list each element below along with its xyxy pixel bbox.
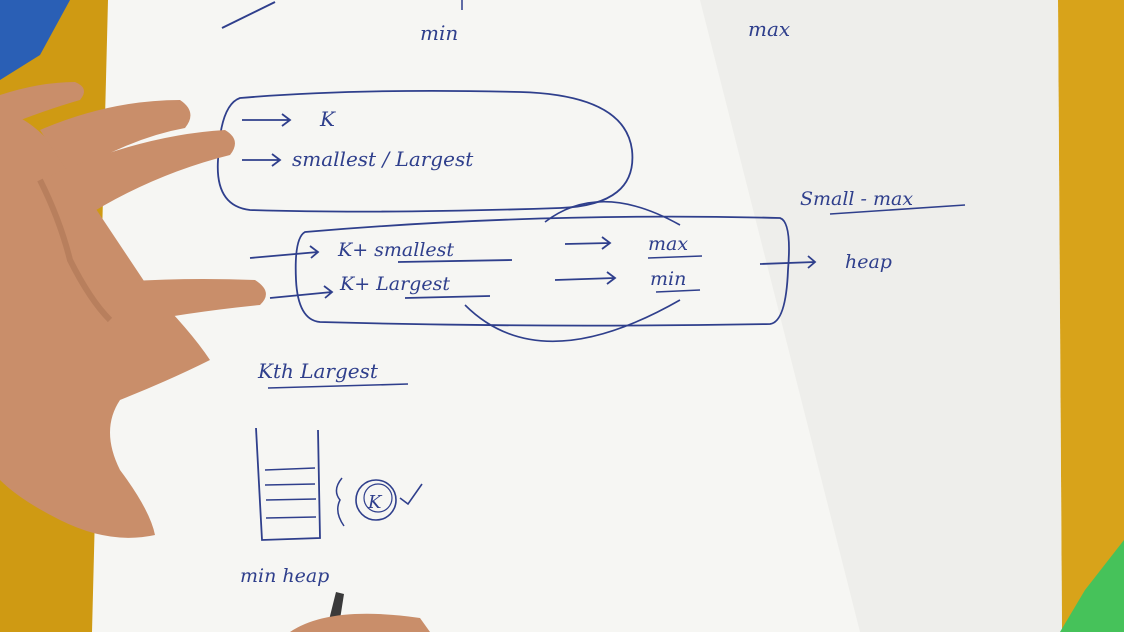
label-heap: heap [845, 251, 892, 273]
label-small-max: Small - max [800, 188, 913, 210]
label-k: K [319, 107, 336, 131]
label-k-smallest: K+ smallest [337, 239, 454, 261]
label-smallest-largest: smallest / Largest [292, 147, 474, 171]
label-heap-k: K [367, 492, 383, 513]
heap-level-2 [264, 483, 316, 486]
label-top-max: max [748, 17, 790, 41]
whiteboard-photo: min max K smallest / Largest K+ smallest… [0, 0, 1124, 632]
label-min-heap: min heap [240, 565, 329, 587]
label-top-min: min [420, 21, 458, 45]
heap-level-3 [265, 498, 317, 501]
heap-level-4 [265, 516, 317, 519]
label-row-min: min [650, 268, 686, 290]
label-row-max: max [648, 233, 688, 255]
label-k-largest: K+ Largest [339, 273, 450, 295]
label-kth-largest: Kth Largest [257, 359, 379, 383]
